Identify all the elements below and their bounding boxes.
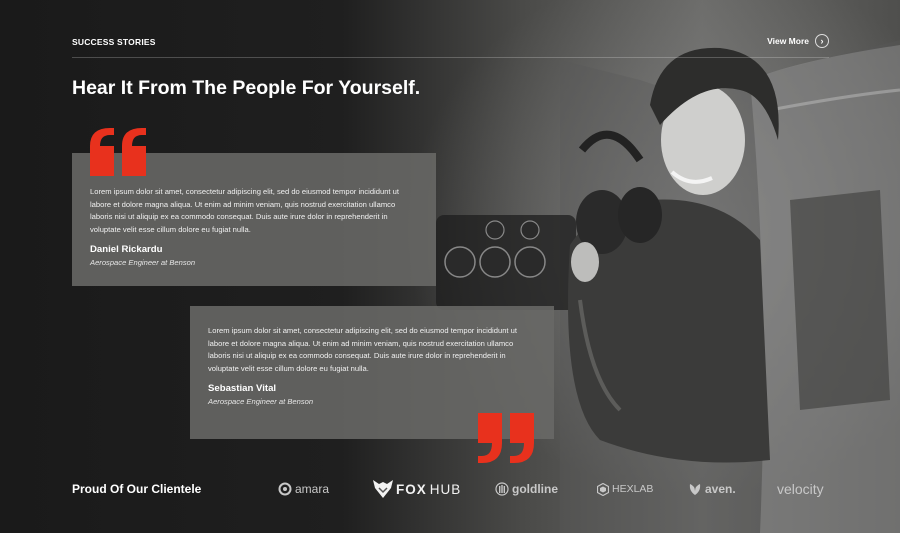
- testimonial-author: Daniel Rickardu: [90, 244, 163, 255]
- client-logo-amara: amara: [278, 478, 329, 500]
- section-header: SUCCESS STORIES View More ›: [72, 33, 829, 58]
- open-quote-icon: [90, 128, 148, 183]
- close-quote-icon: [478, 413, 536, 470]
- view-more-label: View More: [767, 36, 809, 46]
- section-label: SUCCESS STORIES: [72, 37, 156, 47]
- clients-title: Proud Of Our Clientele: [72, 482, 202, 496]
- testimonial-role: Aerospace Engineer at Benson: [208, 397, 314, 406]
- bars-circle-icon: [495, 482, 509, 496]
- testimonial-author: Sebastian Vital: [208, 383, 277, 394]
- client-logos: amara FOX HUB goldline HEXLAB aven. velo…: [278, 478, 830, 500]
- leaf-icon: [689, 484, 701, 495]
- client-logo-text: HEXLAB: [612, 483, 654, 495]
- testimonial-text: Lorem ipsum dolor sit amet, consectetur …: [90, 187, 399, 234]
- client-logo-text: velocity: [777, 481, 824, 497]
- ring-icon: [278, 482, 292, 496]
- client-logo-text: aven.: [705, 482, 736, 496]
- client-logo-text: amara: [295, 482, 330, 496]
- testimonial-text: Lorem ipsum dolor sit amet, consectetur …: [208, 326, 517, 373]
- client-logo-foxhub: FOX HUB: [373, 478, 461, 500]
- page-headline: Hear It From The People For Yourself.: [72, 77, 421, 99]
- client-logo-text: goldline: [512, 482, 558, 496]
- client-logo-hexlab: HEXLAB: [597, 478, 653, 500]
- client-logo-text: FOX: [396, 481, 427, 497]
- client-logo-text: HUB: [429, 481, 462, 497]
- client-logo-goldline: goldline: [495, 478, 558, 500]
- client-logo-velocity: velocity: [777, 478, 824, 500]
- hexagon-icon: [597, 482, 609, 496]
- fox-icon: [373, 480, 393, 498]
- view-more-link[interactable]: View More ›: [767, 33, 829, 48]
- arrow-right-icon: ›: [815, 34, 829, 48]
- testimonial-role: Aerospace Engineer at Benson: [90, 258, 196, 267]
- client-logo-aven: aven.: [688, 478, 736, 500]
